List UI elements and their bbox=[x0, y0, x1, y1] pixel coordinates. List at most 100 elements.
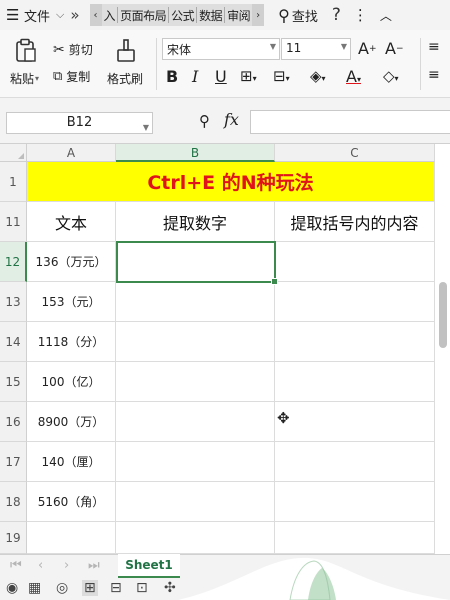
prev-sheet-icon[interactable]: ‹ bbox=[38, 558, 43, 573]
cell-style-icon[interactable]: ⊟▾ bbox=[273, 67, 290, 85]
paste-icon[interactable] bbox=[14, 38, 38, 70]
select-all-corner[interactable] bbox=[0, 144, 27, 162]
header-cell-text[interactable]: 文本 bbox=[27, 202, 116, 242]
more-options-icon[interactable]: ⋮ bbox=[353, 6, 368, 24]
table-cell[interactable] bbox=[275, 482, 435, 522]
table-cell[interactable] bbox=[275, 242, 435, 282]
paste-label: 粘贴 bbox=[10, 72, 35, 86]
scissors-icon: ✂ bbox=[53, 41, 65, 58]
copy-label: 复制 bbox=[66, 70, 91, 84]
row-header-14[interactable]: 14 bbox=[0, 322, 27, 362]
row-header-13[interactable]: 13 bbox=[0, 282, 27, 322]
search-button[interactable]: ⚲ 查找 bbox=[278, 6, 318, 25]
tab-page-layout[interactable]: 页面布局 bbox=[118, 7, 168, 24]
table-cell[interactable] bbox=[275, 322, 435, 362]
header-cell-extract-bracket[interactable]: 提取括号内的内容 bbox=[275, 202, 435, 242]
file-menu-label: 文件 bbox=[24, 9, 51, 25]
reading-mode-icon[interactable]: ✣ bbox=[164, 580, 176, 596]
tab-formulas[interactable]: 公式 bbox=[169, 7, 196, 24]
collapse-ribbon-icon[interactable]: ︿ bbox=[380, 7, 392, 24]
italic-button[interactable]: I bbox=[192, 67, 198, 86]
paste-button[interactable]: 粘贴 ▾ bbox=[10, 70, 39, 87]
table-cell[interactable]: 136（万元） bbox=[27, 242, 116, 282]
table-cell[interactable] bbox=[275, 522, 435, 554]
align-left-icon[interactable]: ≡ bbox=[428, 67, 440, 83]
row-header-17[interactable]: 17 bbox=[0, 442, 27, 482]
help-icon[interactable]: ? bbox=[332, 5, 341, 25]
table-cell[interactable]: 8900（万） bbox=[27, 402, 116, 442]
row-header-1[interactable]: 1 bbox=[0, 162, 27, 202]
title-cell[interactable]: Ctrl+E 的N种玩法 bbox=[27, 162, 435, 202]
row-header-15[interactable]: 15 bbox=[0, 362, 27, 402]
bold-button[interactable]: B bbox=[166, 67, 178, 86]
table-cell[interactable]: 140（厘） bbox=[27, 442, 116, 482]
table-cell[interactable] bbox=[275, 402, 435, 442]
menu-bar: ☰ 文件 ⌵ » ‹ 入 页面布局 公式 数据 审阅 › ⚲ 查找 ? ⋮ ︿ bbox=[0, 0, 450, 30]
row-header-19[interactable]: 19 bbox=[0, 522, 27, 554]
page-layout-view-icon[interactable]: ⊟ bbox=[110, 580, 122, 596]
vertical-scrollbar[interactable] bbox=[438, 138, 448, 552]
borders-icon[interactable]: ⊞▾ bbox=[240, 67, 257, 85]
macro-icon[interactable]: ▦ bbox=[28, 580, 41, 596]
eye-icon[interactable]: ◎ bbox=[56, 580, 68, 596]
column-header-a[interactable]: A bbox=[27, 144, 116, 162]
format-painter-button[interactable]: 格式刷 bbox=[107, 70, 143, 87]
page-break-view-icon[interactable]: ⊡ bbox=[136, 580, 148, 596]
align-icon[interactable]: ≡ bbox=[428, 39, 440, 55]
sheet-tab-sheet1[interactable]: Sheet1 bbox=[118, 554, 180, 578]
row-header-16[interactable]: 16 bbox=[0, 402, 27, 442]
zoom-search-icon[interactable]: ⚲ bbox=[199, 112, 210, 130]
decrease-font-size-icon[interactable]: A − bbox=[385, 39, 404, 58]
font-color-icon[interactable]: A▾ bbox=[346, 67, 361, 86]
column-header-b[interactable]: B bbox=[116, 144, 275, 162]
table-cell[interactable] bbox=[275, 442, 435, 482]
table-cell[interactable]: 100（亿） bbox=[27, 362, 116, 402]
scrollbar-thumb[interactable] bbox=[439, 282, 447, 348]
formula-input[interactable] bbox=[250, 110, 450, 134]
table-cell[interactable] bbox=[116, 482, 275, 522]
table-cell[interactable] bbox=[116, 442, 275, 482]
double-chevron-right-icon[interactable]: » bbox=[70, 6, 79, 24]
file-menu[interactable]: ☰ 文件 ⌵ bbox=[0, 0, 64, 30]
header-cell-extract-number[interactable]: 提取数字 bbox=[116, 202, 275, 242]
table-cell[interactable] bbox=[116, 322, 275, 362]
table-cell[interactable] bbox=[116, 522, 275, 554]
copy-icon: ⧉ bbox=[53, 69, 63, 84]
tab-insert[interactable]: 入 bbox=[102, 7, 118, 24]
table-cell[interactable] bbox=[275, 282, 435, 322]
tab-scroll-left-icon[interactable]: ‹ bbox=[89, 4, 102, 26]
protect-icon[interactable]: ◉ bbox=[6, 580, 18, 596]
name-box[interactable]: B12 ▼ bbox=[6, 112, 153, 134]
fx-icon[interactable]: fx bbox=[224, 110, 239, 129]
normal-view-icon[interactable]: ⊞ bbox=[82, 580, 98, 596]
menu-icon: ☰ bbox=[6, 6, 20, 24]
row-header-18[interactable]: 18 bbox=[0, 482, 27, 522]
next-sheet-icon[interactable]: › bbox=[64, 558, 69, 573]
first-sheet-icon[interactable]: ⏮ bbox=[10, 558, 22, 573]
cut-button[interactable]: ✂ 剪切 bbox=[53, 41, 93, 58]
copy-button[interactable]: ⧉ 复制 bbox=[53, 68, 90, 85]
table-cell[interactable] bbox=[275, 362, 435, 402]
table-cell[interactable] bbox=[116, 362, 275, 402]
table-cell[interactable]: 1118（分） bbox=[27, 322, 116, 362]
underline-button[interactable]: U bbox=[215, 67, 227, 86]
table-cell[interactable] bbox=[116, 402, 275, 442]
row-header-12[interactable]: 12 bbox=[0, 242, 27, 282]
table-cell[interactable] bbox=[116, 282, 275, 322]
font-name-select[interactable]: 宋体 ▼ bbox=[162, 38, 280, 60]
active-cell-selection[interactable] bbox=[116, 241, 278, 285]
clear-format-icon[interactable]: ◇▾ bbox=[383, 67, 399, 85]
increase-font-size-icon[interactable]: A + bbox=[358, 39, 377, 58]
fill-color-icon[interactable]: ◈▾ bbox=[310, 67, 326, 85]
font-size-select[interactable]: 11 ▼ bbox=[281, 38, 351, 60]
column-header-c[interactable]: C bbox=[275, 144, 435, 162]
table-cell[interactable] bbox=[27, 522, 116, 554]
table-cell[interactable]: 5160（角） bbox=[27, 482, 116, 522]
tab-scroll-right-icon[interactable]: › bbox=[252, 4, 265, 26]
tab-data[interactable]: 数据 bbox=[197, 7, 224, 24]
format-painter-icon[interactable] bbox=[115, 38, 137, 70]
tab-review[interactable]: 审阅 bbox=[225, 7, 252, 24]
row-header-11[interactable]: 11 bbox=[0, 202, 27, 242]
table-cell[interactable]: 153（元） bbox=[27, 282, 116, 322]
last-sheet-icon[interactable]: ⏭ bbox=[88, 558, 100, 573]
